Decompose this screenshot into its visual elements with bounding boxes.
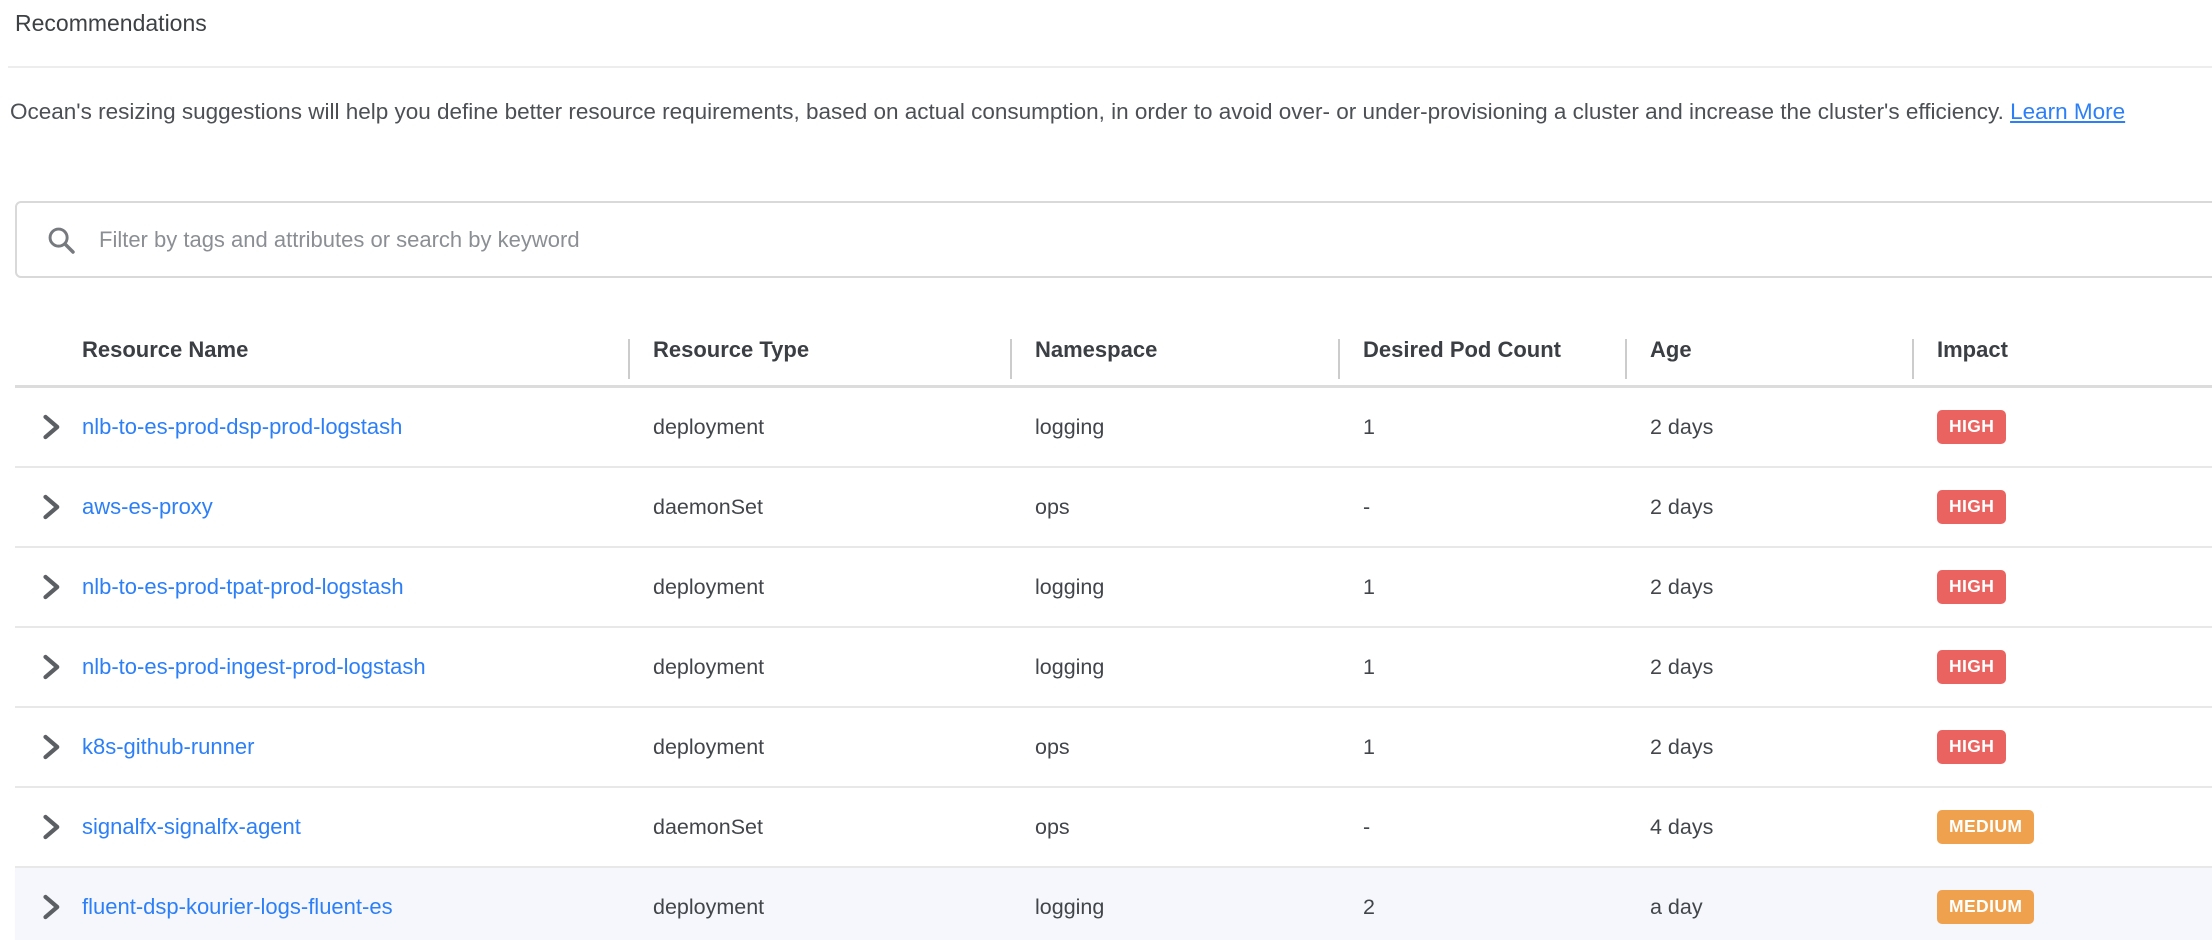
impact-badge: HIGH (1937, 410, 2006, 444)
namespace-cell: logging (1010, 655, 1338, 680)
impact-badge: MEDIUM (1937, 810, 2034, 844)
resource-name-cell: signalfx-signalfx-agent (15, 813, 628, 841)
resource-name-link[interactable]: k8s-github-runner (82, 734, 254, 760)
namespace-cell: ops (1010, 495, 1338, 520)
divider (8, 66, 2212, 68)
age-cell: 4 days (1625, 815, 1912, 840)
column-header-age: Age (1625, 337, 1912, 363)
chevron-right-icon[interactable] (40, 893, 62, 921)
table-row[interactable]: k8s-github-runner deployment ops 1 2 day… (15, 708, 2212, 788)
desired-pod-count-cell: 1 (1338, 415, 1625, 440)
namespace-cell: ops (1010, 815, 1338, 840)
desired-pod-count-cell: - (1338, 495, 1625, 520)
search-icon (45, 224, 77, 256)
resource-name-link[interactable]: nlb-to-es-prod-tpat-prod-logstash (82, 574, 404, 600)
filter-search-box[interactable] (15, 201, 2212, 278)
namespace-cell: ops (1010, 735, 1338, 760)
desired-pod-count-cell: 1 (1338, 575, 1625, 600)
resource-name-link[interactable]: fluent-dsp-kourier-logs-fluent-es (82, 894, 393, 920)
impact-cell: HIGH (1912, 730, 2212, 764)
impact-cell: HIGH (1912, 490, 2212, 524)
chevron-right-icon[interactable] (40, 413, 62, 441)
chevron-right-icon[interactable] (40, 653, 62, 681)
resource-name-cell: nlb-to-es-prod-ingest-prod-logstash (15, 653, 628, 681)
impact-badge: HIGH (1937, 730, 2006, 764)
age-cell: 2 days (1625, 735, 1912, 760)
impact-badge: HIGH (1937, 650, 2006, 684)
namespace-cell: logging (1010, 415, 1338, 440)
desired-pod-count-cell: 1 (1338, 735, 1625, 760)
age-cell: a day (1625, 895, 1912, 920)
namespace-cell: logging (1010, 895, 1338, 920)
impact-badge: HIGH (1937, 570, 2006, 604)
impact-cell: MEDIUM (1912, 890, 2212, 924)
chevron-right-icon[interactable] (40, 733, 62, 761)
resource-type-cell: deployment (628, 415, 1010, 440)
table-header-row: Resource Name Resource Type Namespace De… (15, 315, 2212, 388)
page-title: Recommendations (15, 10, 207, 37)
resource-type-cell: deployment (628, 655, 1010, 680)
resource-type-cell: deployment (628, 895, 1010, 920)
column-header-namespace: Namespace (1010, 337, 1338, 363)
table-row[interactable]: nlb-to-es-prod-tpat-prod-logstash deploy… (15, 548, 2212, 628)
namespace-cell: logging (1010, 575, 1338, 600)
resource-name-cell: fluent-dsp-kourier-logs-fluent-es (15, 893, 628, 921)
learn-more-link[interactable]: Learn More (2010, 99, 2125, 124)
resource-type-cell: deployment (628, 575, 1010, 600)
table-row[interactable]: fluent-dsp-kourier-logs-fluent-es deploy… (15, 868, 2212, 940)
resource-name-cell: aws-es-proxy (15, 493, 628, 521)
column-header-resource-name: Resource Name (15, 337, 628, 363)
impact-badge: HIGH (1937, 490, 2006, 524)
resource-type-cell: deployment (628, 735, 1010, 760)
description-body: Ocean's resizing suggestions will help y… (10, 99, 2010, 124)
chevron-right-icon[interactable] (40, 813, 62, 841)
resource-name-link[interactable]: aws-es-proxy (82, 494, 213, 520)
table-row[interactable]: aws-es-proxy daemonSet ops - 2 days HIGH (15, 468, 2212, 548)
chevron-right-icon[interactable] (40, 573, 62, 601)
desired-pod-count-cell: - (1338, 815, 1625, 840)
impact-cell: HIGH (1912, 650, 2212, 684)
column-header-impact: Impact (1912, 337, 2212, 363)
impact-cell: MEDIUM (1912, 810, 2212, 844)
resource-name-cell: k8s-github-runner (15, 733, 628, 761)
recommendations-page: Recommendations Ocean's resizing suggest… (0, 0, 2212, 940)
age-cell: 2 days (1625, 415, 1912, 440)
resource-type-cell: daemonSet (628, 815, 1010, 840)
column-header-resource-type: Resource Type (628, 337, 1010, 363)
table-row[interactable]: nlb-to-es-prod-dsp-prod-logstash deploym… (15, 388, 2212, 468)
resource-name-cell: nlb-to-es-prod-tpat-prod-logstash (15, 573, 628, 601)
resource-name-link[interactable]: signalfx-signalfx-agent (82, 814, 301, 840)
table-body: nlb-to-es-prod-dsp-prod-logstash deploym… (15, 388, 2212, 940)
table-row[interactable]: nlb-to-es-prod-ingest-prod-logstash depl… (15, 628, 2212, 708)
impact-badge: MEDIUM (1937, 890, 2034, 924)
impact-cell: HIGH (1912, 570, 2212, 604)
resource-name-link[interactable]: nlb-to-es-prod-ingest-prod-logstash (82, 654, 426, 680)
description-text: Ocean's resizing suggestions will help y… (10, 93, 2198, 131)
age-cell: 2 days (1625, 655, 1912, 680)
chevron-right-icon[interactable] (40, 493, 62, 521)
search-input[interactable] (99, 203, 2212, 276)
age-cell: 2 days (1625, 575, 1912, 600)
table-row[interactable]: signalfx-signalfx-agent daemonSet ops - … (15, 788, 2212, 868)
resource-name-link[interactable]: nlb-to-es-prod-dsp-prod-logstash (82, 414, 402, 440)
impact-cell: HIGH (1912, 410, 2212, 444)
desired-pod-count-cell: 2 (1338, 895, 1625, 920)
column-header-desired-pod-count: Desired Pod Count (1338, 337, 1625, 363)
resource-type-cell: daemonSet (628, 495, 1010, 520)
resource-name-cell: nlb-to-es-prod-dsp-prod-logstash (15, 413, 628, 441)
desired-pod-count-cell: 1 (1338, 655, 1625, 680)
age-cell: 2 days (1625, 495, 1912, 520)
recommendations-table: Resource Name Resource Type Namespace De… (15, 315, 2212, 940)
